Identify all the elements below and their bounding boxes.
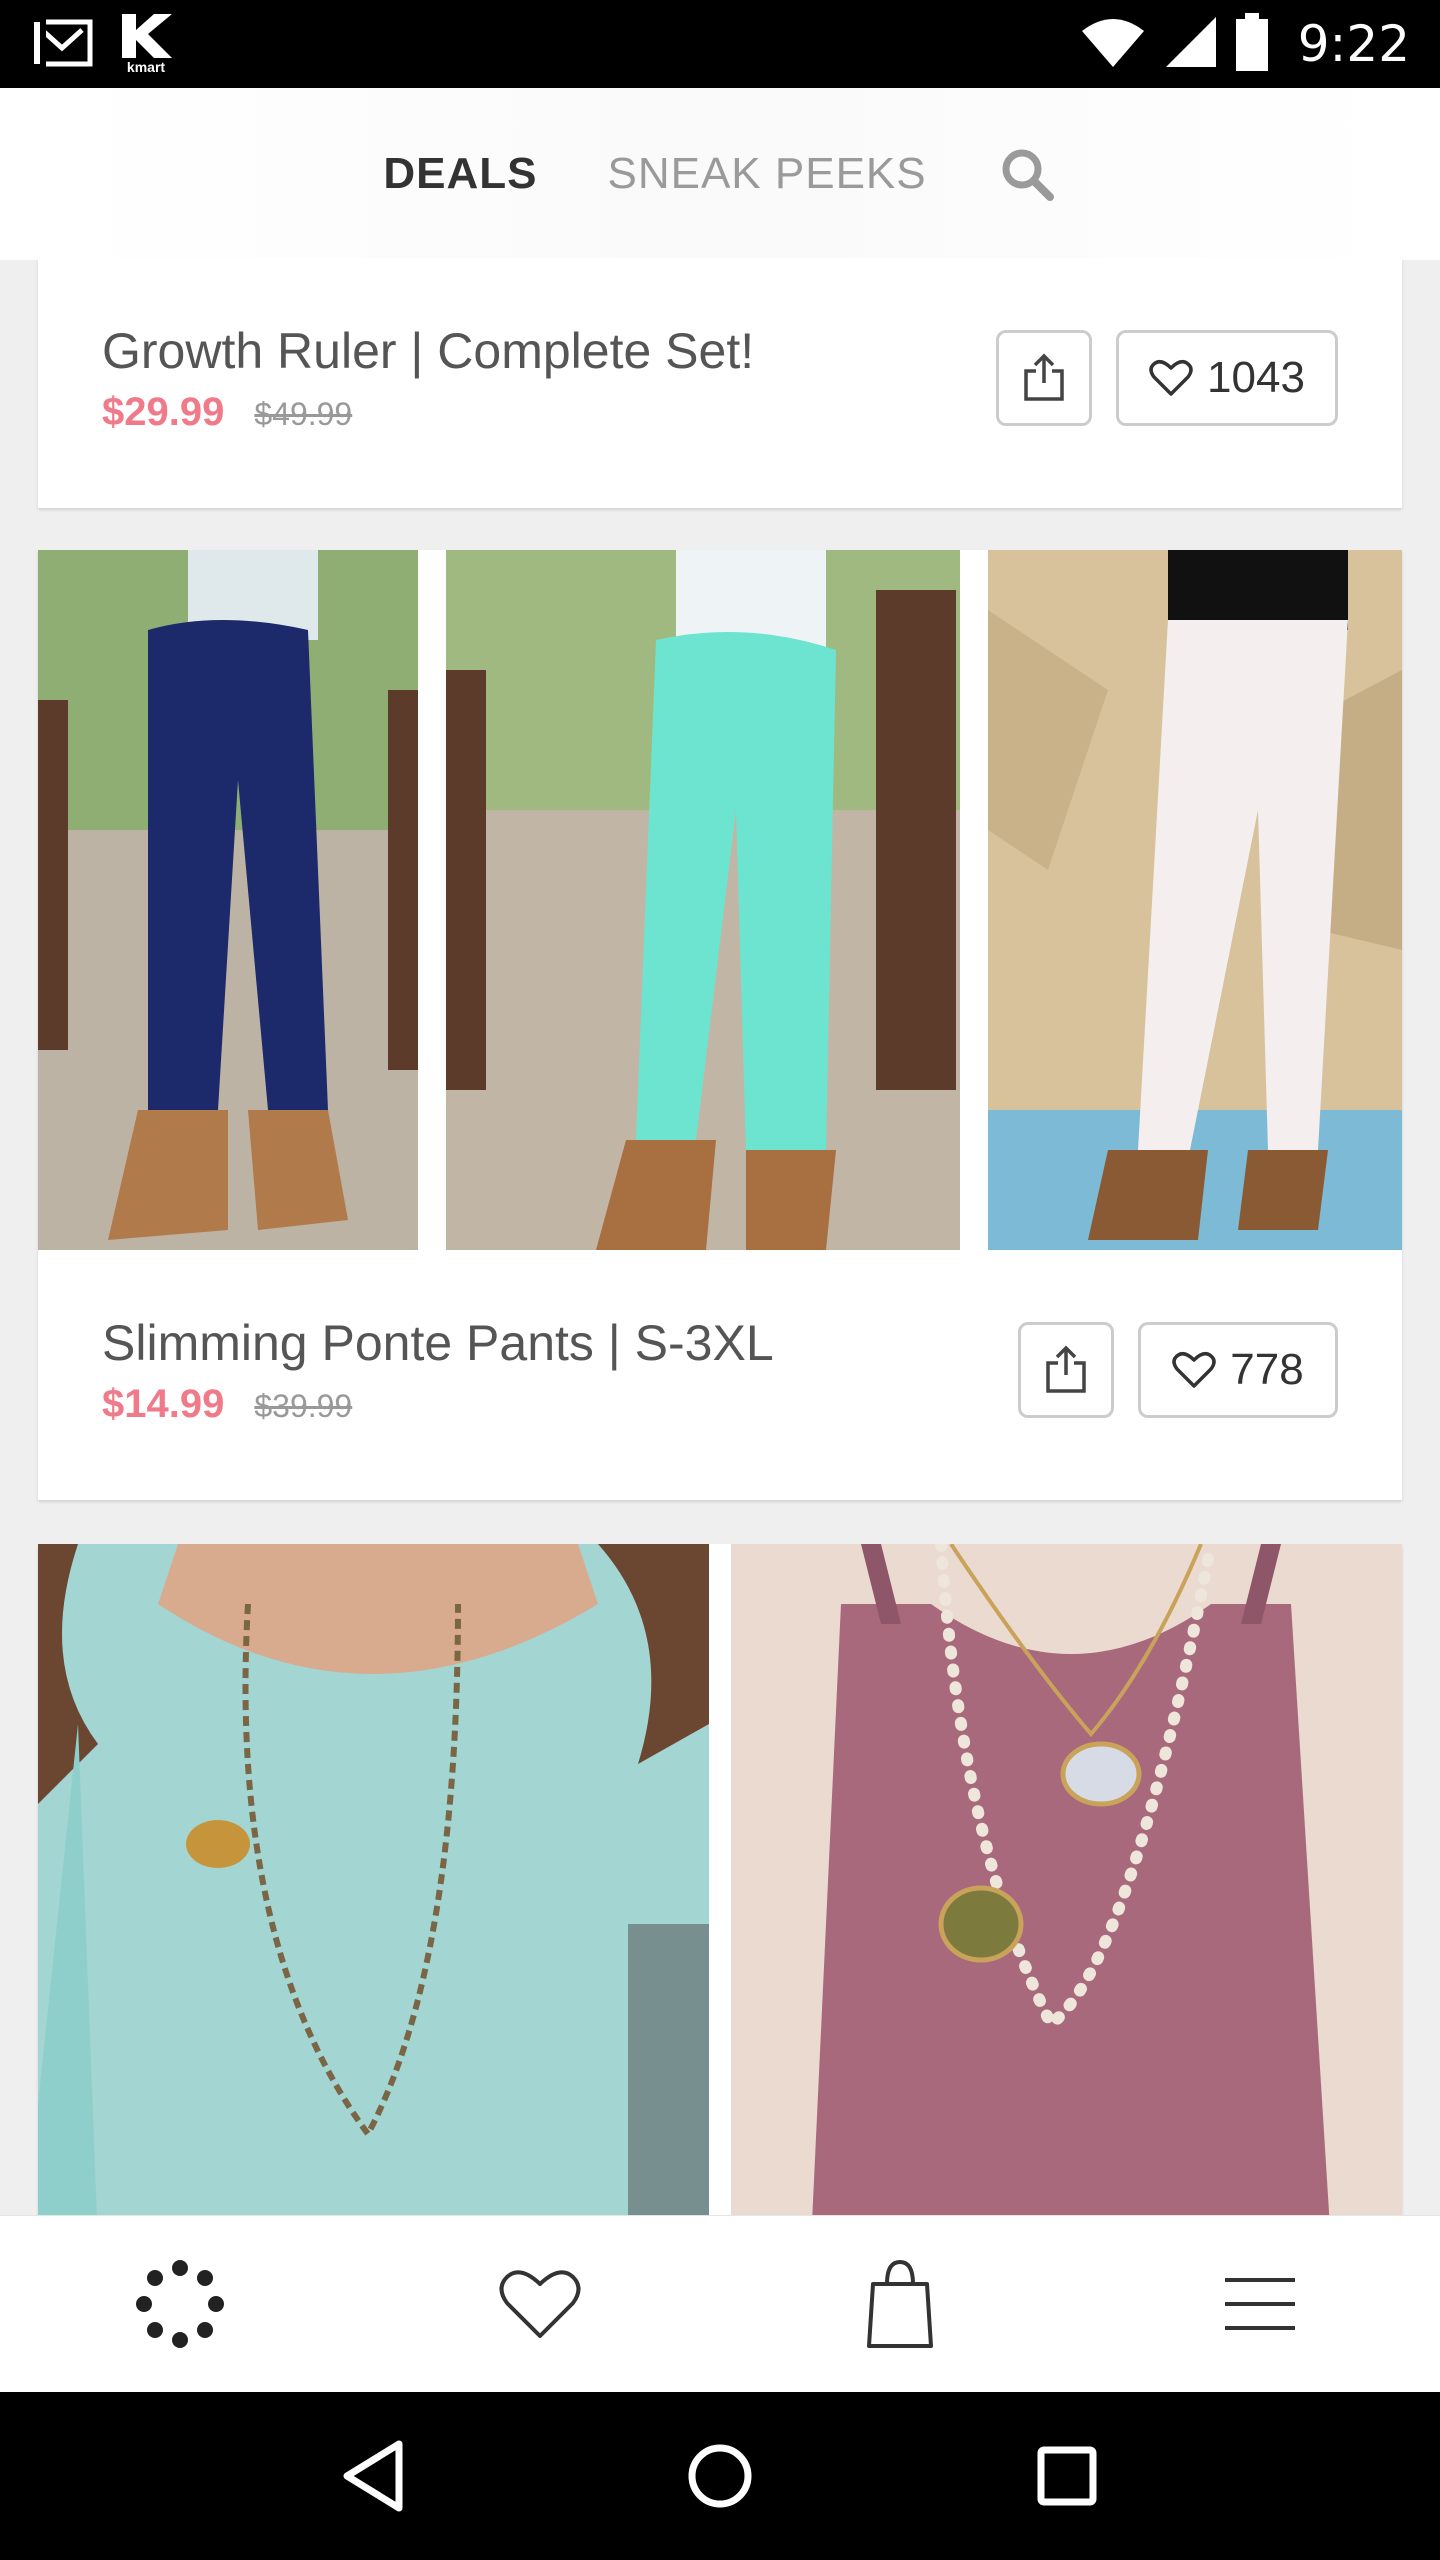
recents-button[interactable] [1007, 2416, 1127, 2536]
top-header: DEALS SNEAK PEEKS [0, 88, 1440, 260]
navy-pants-image[interactable] [38, 550, 418, 1250]
signal-icon [1164, 15, 1218, 74]
product-info: Growth Ruler | Complete Set! $29.99 $49.… [38, 260, 1402, 508]
share-icon [1046, 1345, 1086, 1393]
top-nav: DEALS SNEAK PEEKS [0, 88, 1440, 260]
wifi-icon [1080, 15, 1146, 74]
product-title[interactable]: Slimming Ponte Pants | S-3XL [102, 1314, 774, 1372]
original-price: $49.99 [254, 396, 353, 432]
like-button[interactable]: 778 [1138, 1322, 1338, 1418]
recents-icon [1037, 2446, 1097, 2506]
heart-icon [1172, 1352, 1217, 1388]
bottom-nav-favorites[interactable] [450, 2216, 630, 2392]
share-button[interactable] [1018, 1322, 1114, 1418]
kmart-icon: kmart [118, 14, 174, 75]
product-images[interactable] [38, 550, 1402, 1250]
bottom-nav-cart[interactable] [810, 2216, 990, 2392]
price-row: $29.99 $49.99 [102, 390, 352, 435]
dots-circle-icon [136, 2260, 224, 2348]
like-count: 778 [1230, 1345, 1304, 1394]
status-left-icons: kmart [30, 14, 174, 75]
mint-pants-image[interactable] [446, 550, 960, 1250]
product-info: Slimming Ponte Pants | S-3XL $14.99 $39.… [38, 1250, 1402, 1500]
share-icon [1024, 353, 1064, 401]
heart-icon [499, 2270, 581, 2338]
search-button[interactable] [997, 144, 1057, 204]
shopping-bag-icon [867, 2259, 933, 2348]
home-button[interactable] [660, 2416, 780, 2536]
bottom-nav-browse[interactable] [90, 2216, 270, 2392]
product-card[interactable]: Growth Ruler | Complete Set! $29.99 $49.… [38, 260, 1402, 508]
status-time: 9:22 [1297, 15, 1410, 73]
product-title[interactable]: Growth Ruler | Complete Set! [102, 322, 754, 380]
share-button[interactable] [996, 330, 1092, 426]
back-button[interactable] [313, 2416, 433, 2536]
home-icon [688, 2444, 752, 2508]
status-bar: kmart 9:22 [0, 0, 1440, 88]
tab-deals[interactable]: DEALS [383, 149, 537, 199]
back-icon [343, 2440, 403, 2512]
original-price: $39.99 [254, 1388, 353, 1424]
tab-sneak-peeks[interactable]: SNEAK PEEKS [607, 149, 926, 199]
bottom-nav [0, 2216, 1440, 2392]
battery-icon [1235, 12, 1268, 76]
status-right-icons: 9:22 [1080, 12, 1410, 76]
app-screen: kmart 9:22 DEALS SNEAK PEEKS Growth Rule… [0, 0, 1440, 2560]
like-button[interactable]: 1043 [1116, 330, 1338, 426]
sale-price: $29.99 [102, 390, 225, 434]
kmart-label: kmart [126, 59, 166, 75]
like-count: 1043 [1207, 353, 1305, 402]
product-card[interactable] [38, 1544, 1402, 2216]
deals-feed[interactable]: Growth Ruler | Complete Set! $29.99 $49.… [0, 260, 1440, 2216]
gmail-icon [30, 14, 94, 75]
teal-top-necklace-image[interactable] [38, 1544, 709, 2216]
android-nav-bar [0, 2392, 1440, 2560]
white-pants-image[interactable] [988, 550, 1402, 1250]
menu-icon [1225, 2278, 1295, 2330]
sale-price: $14.99 [102, 1382, 225, 1426]
mauve-top-necklace-image[interactable] [731, 1544, 1402, 2216]
heart-icon [1149, 360, 1193, 396]
search-icon [1002, 149, 1054, 201]
product-images[interactable] [38, 1544, 1402, 2216]
product-card[interactable]: Slimming Ponte Pants | S-3XL $14.99 $39.… [38, 550, 1402, 1500]
bottom-nav-menu[interactable] [1170, 2216, 1350, 2392]
price-row: $14.99 $39.99 [102, 1382, 352, 1427]
